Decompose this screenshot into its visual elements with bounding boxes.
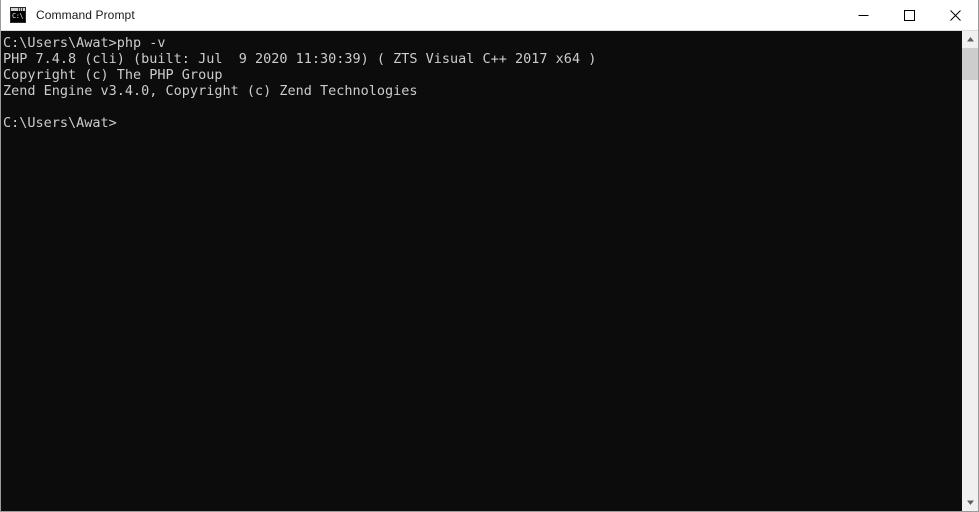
console-line: Copyright (c) The PHP Group: [3, 67, 223, 83]
scroll-down-arrow-icon[interactable]: [962, 494, 978, 511]
console-icon: C:\: [10, 7, 26, 23]
console-line: C:\Users\Awat>: [3, 115, 117, 131]
console-lines: C:\Users\Awat>php -v PHP 7.4.8 (cli) (bui…: [3, 35, 961, 131]
vertical-scrollbar[interactable]: [961, 31, 978, 511]
console-output-area[interactable]: C:\Users\Awat>php -v PHP 7.4.8 (cli) (bui…: [1, 31, 961, 511]
console-line: Zend Engine v3.4.0, Copyright (c) Zend T…: [3, 83, 418, 99]
minimize-button[interactable]: [840, 0, 886, 30]
maximize-button[interactable]: [886, 0, 932, 30]
window-body: C:\Users\Awat>php -v PHP 7.4.8 (cli) (bui…: [1, 31, 978, 511]
command-prompt-window: C:\ Command Prompt C:\Users\Awat>php -v …: [0, 0, 979, 512]
console-line: PHP 7.4.8 (cli) (built: Jul 9 2020 11:30…: [3, 51, 597, 67]
scrollbar-thumb[interactable]: [962, 48, 978, 80]
title-bar[interactable]: C:\ Command Prompt: [1, 0, 978, 31]
window-controls: [840, 0, 978, 30]
console-icon-text: C:\: [11, 11, 25, 22]
window-title: Command Prompt: [36, 8, 135, 22]
close-button[interactable]: [932, 0, 978, 30]
scroll-up-arrow-icon[interactable]: [962, 31, 978, 48]
scrollbar-track[interactable]: [962, 48, 978, 494]
console-line: C:\Users\Awat>php -v: [3, 35, 166, 51]
